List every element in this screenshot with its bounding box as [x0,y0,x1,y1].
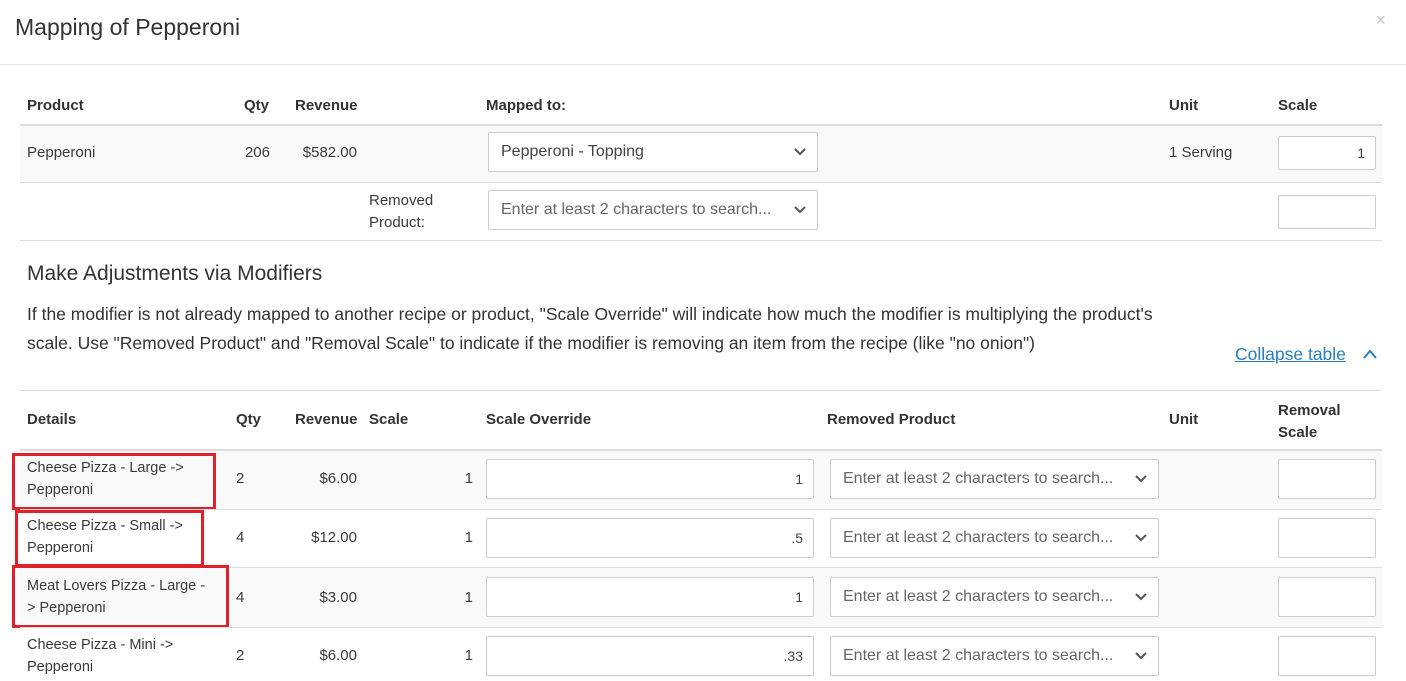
removed-product-select[interactable]: Enter at least 2 characters to search... [830,577,1159,617]
removal-scale-line2: Scale [1278,424,1318,441]
scale-override-input[interactable] [486,577,814,617]
removed-scale-input[interactable] [1278,195,1376,229]
removed-product-placeholder: Enter at least 2 characters to search... [843,647,1114,664]
header-qty: Qty [244,97,270,114]
chevron-down-icon [1135,475,1147,483]
modal-header: Mapping of Pepperoni × [0,0,1406,65]
modifier-qty: 4 [236,589,245,606]
header-revenue: Revenue [295,411,358,428]
scale-override-input[interactable] [486,636,814,676]
removed-product-select[interactable]: Enter at least 2 characters to search... [830,636,1159,676]
header-unit: Unit [1169,97,1199,114]
row-divider [20,240,1382,241]
removed-product-placeholder: Enter at least 2 characters to search... [843,470,1114,487]
modifier-scale: 1 [464,470,473,487]
header-removed-product: Removed Product [827,411,956,428]
product-scale-input[interactable] [1278,136,1376,170]
modifier-revenue: $6.00 [319,470,357,487]
removed-label-line1: Removed [369,192,434,209]
header-details: Details [27,411,77,428]
row-divider [20,182,1382,183]
modifier-qty: 2 [236,470,245,487]
modifier-qty: 2 [236,647,245,664]
header-scale: Scale [1278,97,1318,114]
chevron-down-icon [1135,652,1147,660]
detail-line1: Cheese Pizza - Mini -> [27,637,174,653]
product-qty: 206 [244,144,270,161]
removed-product-placeholder: Enter at least 2 characters to search... [843,588,1114,605]
removal-scale-input[interactable] [1278,577,1376,617]
removed-product-label: Removed Product: [369,190,433,234]
removal-scale-input[interactable] [1278,459,1376,499]
modifier-details: Cheese Pizza - Mini -> Pepperoni [27,634,173,678]
removed-product-placeholder: Enter at least 2 characters to search... [501,201,772,218]
modifier-revenue: $6.00 [319,647,357,664]
modal-title: Mapping of Pepperoni [15,14,241,40]
header-mapped-to: Mapped to: [486,97,566,114]
adjustments-description: If the modifier is not already mapped to… [27,304,1153,353]
adjustments-title: Make Adjustments via Modifiers [27,262,323,285]
header-scale-override: Scale Override [486,411,592,428]
header-revenue: Revenue [295,97,358,114]
caret-up-icon[interactable] [1362,348,1378,360]
detail-line2: Pepperoni [27,659,94,675]
highlight-box [12,453,216,510]
removed-product-select[interactable]: Enter at least 2 characters to search... [830,459,1159,499]
header-unit: Unit [1169,411,1199,428]
row-divider [20,627,1382,628]
chevron-down-icon [1135,534,1147,542]
removal-scale-input[interactable] [1278,636,1376,676]
header-product: Product [27,97,84,114]
section-divider [20,390,1382,391]
header-scale: Scale [369,411,409,428]
removal-scale-line1: Removal [1278,402,1341,419]
modifier-revenue: $12.00 [311,529,357,546]
scale-override-input[interactable] [486,518,814,558]
modifier-qty: 4 [236,529,245,546]
removed-product-select[interactable]: Enter at least 2 characters to search... [488,190,818,230]
collapse-table-link[interactable]: Collapse table [1235,344,1346,365]
highlight-box [15,510,204,567]
product-unit: 1 Serving [1169,144,1233,161]
product-name: Pepperoni [27,144,96,161]
row-divider [20,509,1382,510]
mapped-to-select[interactable]: Pepperoni - Topping [488,132,818,172]
modifier-scale: 1 [464,647,473,664]
mapped-to-value: Pepperoni - Topping [501,143,644,160]
modifier-revenue: $3.00 [319,589,357,606]
product-revenue: $582.00 [302,144,357,161]
chevron-down-icon [1135,593,1147,601]
close-icon[interactable]: × [1375,10,1386,31]
removal-scale-input[interactable] [1278,518,1376,558]
chevron-down-icon [794,206,806,214]
removed-product-select[interactable]: Enter at least 2 characters to search... [830,518,1159,558]
scale-override-input[interactable] [486,459,814,499]
modifier-scale: 1 [464,589,473,606]
highlight-box [12,565,229,628]
removed-product-placeholder: Enter at least 2 characters to search... [843,529,1114,546]
header-removal-scale: Removal Scale [1278,400,1341,444]
modifier-scale: 1 [464,529,473,546]
chevron-down-icon [794,148,806,156]
removed-label-line2: Product: [369,214,425,231]
header-qty: Qty [236,411,262,428]
